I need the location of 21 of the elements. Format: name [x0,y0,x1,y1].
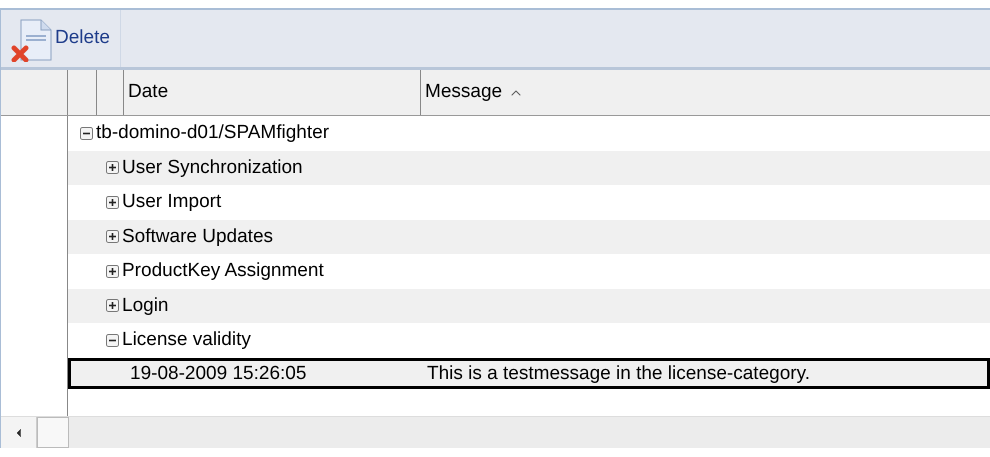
collapse-icon[interactable] [106,334,119,347]
tree-node-label[interactable]: ProductKey Assignment [122,257,324,286]
tree-node-label[interactable]: Login [122,292,168,320]
column-header[interactable]: Message [421,70,990,115]
message-cell: This is a testmessage in the license-category. [427,364,810,382]
expand-icon[interactable] [106,196,119,209]
date-cell-text: 19-08-2009 15:26:05 [129,364,308,382]
scrollbar-thumb[interactable] [37,417,69,448]
column-header[interactable]: Date [124,70,421,115]
expand-icon[interactable] [106,264,119,278]
tree-node-label[interactable]: User Import [122,188,222,216]
expand-icon[interactable] [106,299,119,312]
log-entry-row[interactable]: 19-08-2009 15:26:05 This is a testmessage in the license-category. [68,358,990,388]
tree-node-label[interactable]: tb-domino-d01/SPAMfighter [96,119,330,148]
tree-node-label[interactable]: User Synchronization [122,154,303,182]
collapse-icon[interactable] [80,126,93,140]
expand-icon[interactable] [106,230,119,244]
tree-node-label[interactable]: Software Updates [122,222,274,251]
delete-button[interactable]: Delete [1,10,121,67]
tree-node-label[interactable]: License validity [122,326,251,354]
expand-icon[interactable] [106,161,119,174]
